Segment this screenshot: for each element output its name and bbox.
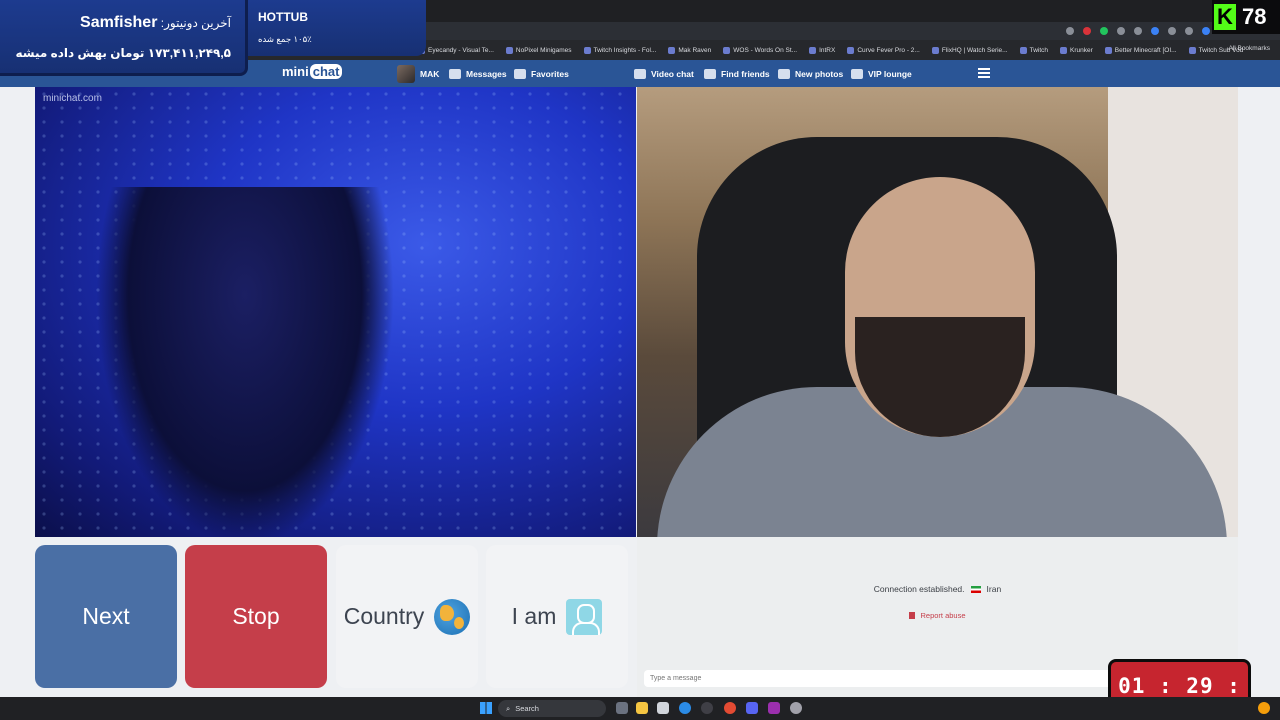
bookmark-icon xyxy=(1104,46,1112,54)
person-icon xyxy=(566,598,603,635)
bookmark[interactable]: FlixHQ | Watch Serie... xyxy=(931,46,1008,54)
kick-logo-icon: K xyxy=(1214,4,1236,30)
bookmark[interactable]: Mak Raven xyxy=(668,46,711,54)
avatar xyxy=(397,64,415,83)
extension-icon[interactable] xyxy=(1134,27,1142,35)
message-input[interactable] xyxy=(644,670,1114,687)
donation-overlay: آخرین دونیتور: Samfisher ۱۷۳,۴۱۱,۲۴۹,۵ ت… xyxy=(0,0,248,76)
last-donor: آخرین دونیتور: Samfisher xyxy=(80,14,231,31)
search-icon: ⌕ xyxy=(506,703,511,713)
bookmark-icon xyxy=(505,46,513,54)
bookmark-icon xyxy=(1019,46,1027,54)
search-icon xyxy=(704,68,716,79)
kick-viewer-badge: K 78 xyxy=(1212,0,1280,34)
extension-icon[interactable] xyxy=(1100,27,1108,35)
bookmark[interactable]: Twitch xyxy=(1019,46,1048,54)
viewer-count: 78 xyxy=(1242,4,1267,29)
stop-button[interactable]: Stop xyxy=(185,545,327,688)
bookmark[interactable]: NoPixel Minigames xyxy=(505,46,572,54)
taskbar: ⌕ Search xyxy=(0,697,1280,720)
nav-favorites[interactable]: Favorites xyxy=(514,60,569,87)
menu-icon[interactable] xyxy=(978,68,990,78)
bookmark[interactable]: WOS - Words On St... xyxy=(723,46,797,54)
donation-total: ۱۷۳,۴۱۱,۲۴۹,۵ تومان بهش داده میشه xyxy=(15,46,231,60)
discord-icon[interactable] xyxy=(746,702,758,714)
bookmark-icon xyxy=(1060,46,1068,54)
bookmark-icon xyxy=(809,46,817,54)
windows-start-icon[interactable] xyxy=(480,702,492,714)
bookmark-icon xyxy=(723,46,731,54)
bookmark[interactable]: Eyecandy - Visual Te... xyxy=(418,46,494,54)
bookmark-icon xyxy=(514,68,526,79)
hottub-goal: HOTTUB ۱۰۵٪ جمع شده xyxy=(248,0,426,56)
rider-icon[interactable] xyxy=(768,702,780,714)
extension-icon[interactable] xyxy=(1168,27,1176,35)
extension-icon[interactable] xyxy=(1083,27,1091,35)
app-icon[interactable] xyxy=(790,702,802,714)
taskbar-search[interactable]: ⌕ Search xyxy=(498,700,606,717)
nav-new-photos[interactable]: New photos xyxy=(778,60,843,87)
crown-icon xyxy=(851,68,863,79)
next-button[interactable]: Next xyxy=(35,545,177,688)
extension-icon[interactable] xyxy=(1185,27,1193,35)
stranger-video: minichat.com xyxy=(35,87,636,537)
app-icon[interactable] xyxy=(701,702,713,714)
hottub-title: HOTTUB xyxy=(258,10,308,24)
all-bookmarks[interactable]: All Bookmarks xyxy=(1228,45,1270,52)
bookmark[interactable]: IntRX xyxy=(809,46,835,54)
bookmark-icon xyxy=(668,46,676,54)
nav-video-chat[interactable]: Video chat xyxy=(634,60,694,87)
nav-profile[interactable]: MAK xyxy=(397,60,439,87)
watermark: minichat.com xyxy=(43,93,102,104)
self-video xyxy=(637,87,1238,537)
photo-icon xyxy=(778,68,790,79)
chrome-icon[interactable] xyxy=(724,702,736,714)
bookmark-icon xyxy=(847,46,855,54)
extension-icon[interactable] xyxy=(1202,27,1210,35)
bookmark-icon xyxy=(583,46,591,54)
globe-icon xyxy=(434,598,471,635)
report-abuse-link[interactable]: Report abuse xyxy=(637,611,1238,620)
screen: Eyecandy - Visual Te... NoPixel Minigame… xyxy=(0,0,1280,720)
bookmark[interactable]: Curve Fever Pro - 2... xyxy=(847,46,920,54)
bookmark[interactable]: Krunker xyxy=(1060,46,1093,54)
tray-icon[interactable] xyxy=(1258,702,1270,714)
connection-status: Connection established. Iran xyxy=(873,584,1002,594)
flag-icon xyxy=(909,612,916,619)
envelope-icon xyxy=(449,68,461,79)
browser-toolbar xyxy=(418,22,1280,40)
hottub-progress: ۱۰۵٪ جمع شده xyxy=(258,34,312,44)
nav-find-friends[interactable]: Find friends xyxy=(704,60,770,87)
bookmark[interactable]: Twitch Insights - Fol... xyxy=(583,46,656,54)
star-icon[interactable] xyxy=(1066,27,1074,35)
chat-bubble-icon xyxy=(634,68,646,79)
bookmark-icon xyxy=(931,46,939,54)
extension-icon[interactable] xyxy=(1117,27,1125,35)
bookmark[interactable]: Better Minecraft [OI... xyxy=(1104,46,1177,54)
stranger-silhouette xyxy=(95,187,395,537)
file-explorer-icon[interactable] xyxy=(636,702,648,714)
extension-icon[interactable] xyxy=(1151,27,1159,35)
iran-flag-icon xyxy=(970,585,981,593)
store-icon[interactable] xyxy=(657,702,669,714)
nav-messages[interactable]: Messages xyxy=(449,60,507,87)
edge-icon[interactable] xyxy=(679,702,691,714)
bookmark-icon xyxy=(1188,46,1196,54)
nav-vip-lounge[interactable]: VIP lounge xyxy=(851,60,912,87)
task-view-icon[interactable] xyxy=(616,702,628,714)
country-button[interactable]: Country xyxy=(336,545,478,688)
minichat-logo[interactable]: mini chat xyxy=(282,64,343,79)
i-am-button[interactable]: I am xyxy=(486,545,628,688)
